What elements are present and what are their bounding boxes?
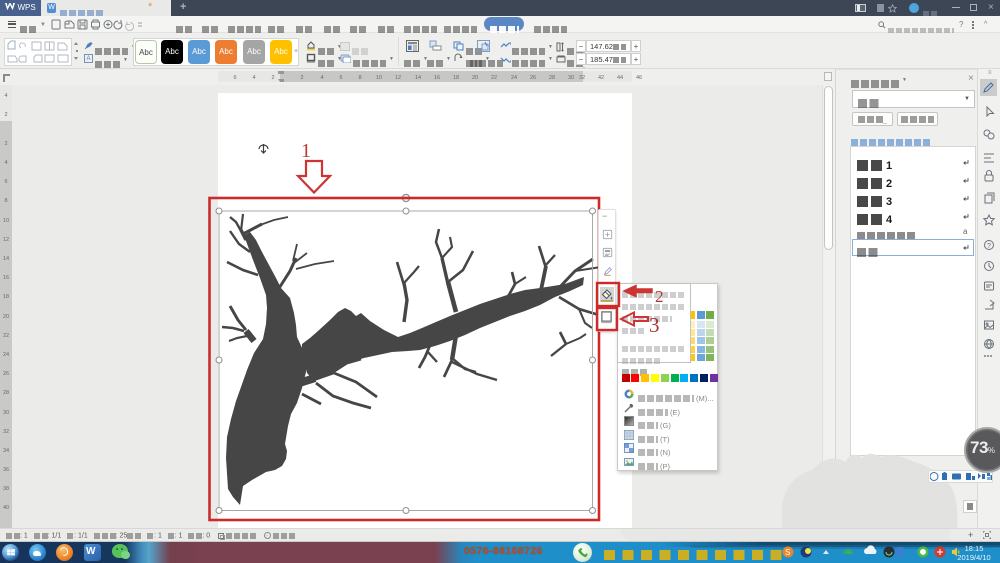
svg-text:S: S bbox=[785, 548, 790, 557]
svg-text:?: ? bbox=[987, 243, 991, 250]
svg-text:3: 3 bbox=[649, 313, 660, 337]
svg-text:2: 2 bbox=[655, 287, 664, 306]
svg-text:1: 1 bbox=[301, 140, 311, 162]
